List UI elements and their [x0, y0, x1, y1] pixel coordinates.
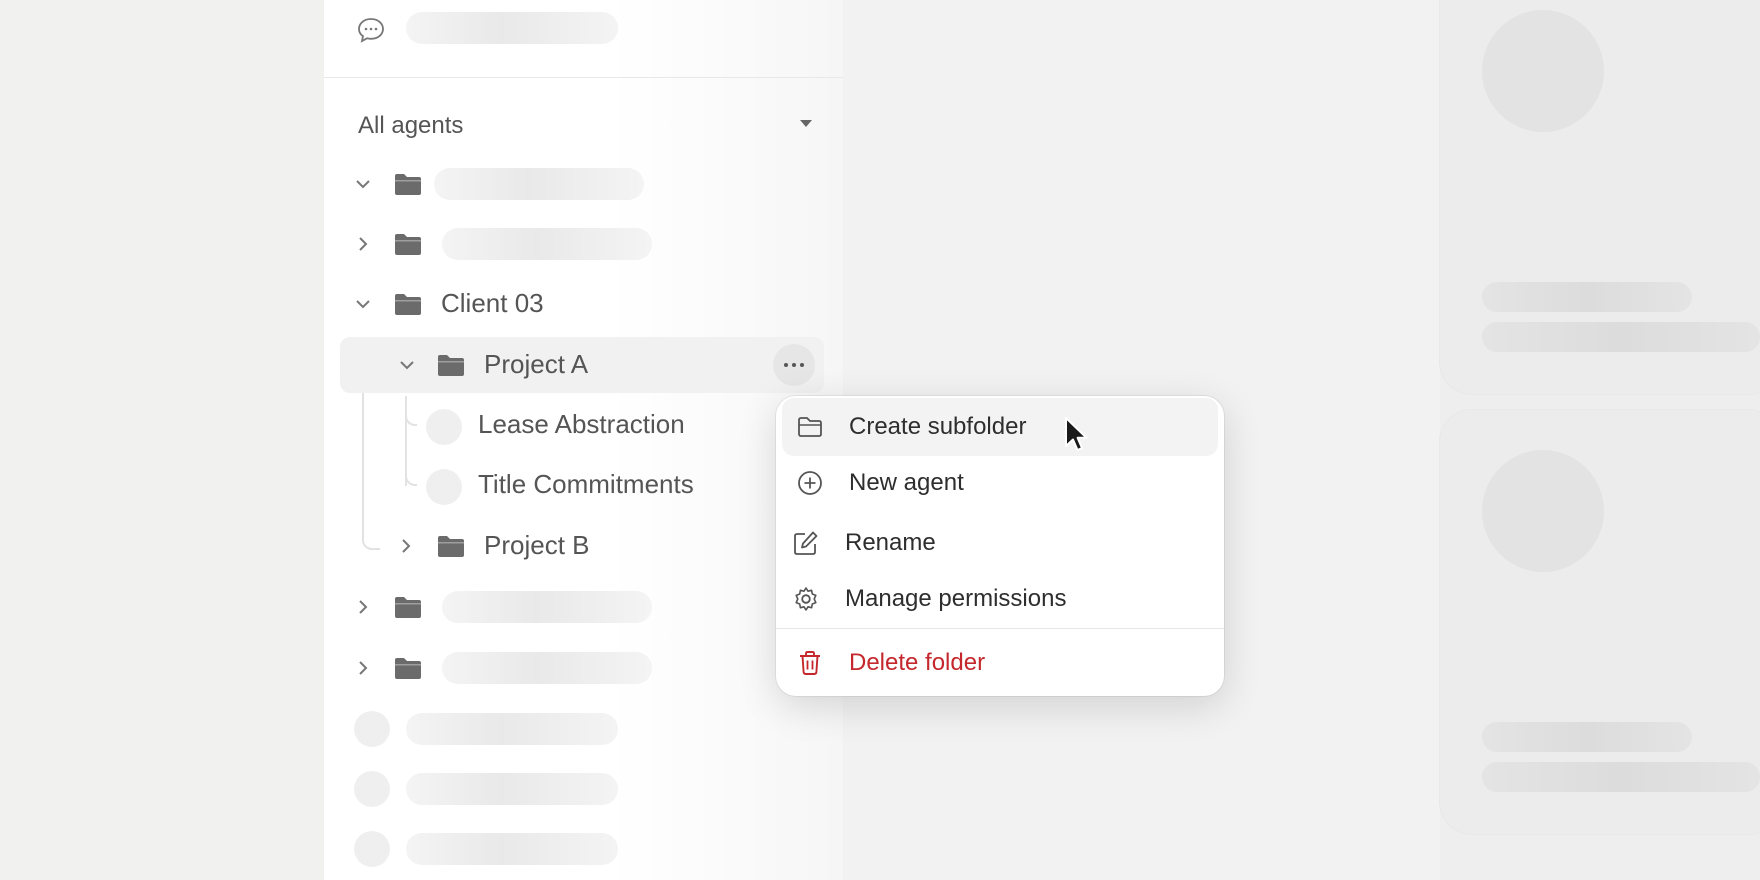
tree-row-folder[interactable]	[324, 579, 843, 635]
folder-icon	[395, 597, 421, 618]
sidebar-top-section	[324, 0, 843, 78]
placeholder-bar	[406, 12, 618, 44]
agent-avatar-placeholder	[354, 831, 390, 867]
tree-row-project-a[interactable]: Project A	[340, 337, 824, 393]
folder-context-menu: Create subfolder New agent Rename Manage…	[776, 396, 1224, 696]
agents-filter-dropdown[interactable]: All agents	[358, 108, 818, 140]
placeholder-bar	[1482, 762, 1760, 792]
menu-item-label: Delete folder	[849, 649, 986, 676]
agent-cards-panel	[1440, 0, 1760, 880]
folder-label: Client 03	[441, 288, 544, 318]
folder-label: Project B	[484, 530, 590, 560]
more-dot-icon	[800, 363, 804, 367]
placeholder-bar	[442, 228, 652, 260]
chevron-right-icon[interactable]	[354, 659, 372, 677]
placeholder-bar	[1482, 282, 1692, 312]
gear-icon	[795, 587, 817, 611]
tree-row-folder[interactable]	[324, 156, 843, 212]
card-avatar	[1482, 450, 1604, 572]
menu-divider	[776, 628, 1224, 629]
trash-icon	[800, 651, 820, 675]
agent-label: Lease Abstraction	[478, 409, 685, 439]
placeholder-bar	[406, 773, 618, 805]
tree-row-client[interactable]: Client 03	[324, 276, 843, 332]
folder-icon	[395, 658, 421, 679]
agent-avatar	[426, 469, 462, 505]
chat-bubble-icon[interactable]	[356, 16, 386, 44]
menu-item-delete-folder[interactable]: Delete folder	[782, 634, 1218, 692]
menu-item-label: New agent	[849, 469, 964, 496]
tree-row-agent[interactable]: Title Commitments	[324, 457, 843, 513]
folder-label: Project A	[484, 349, 589, 379]
folder-icon	[438, 536, 464, 557]
agent-card[interactable]	[1440, 0, 1760, 394]
more-options-button[interactable]	[773, 344, 815, 386]
placeholder-bar	[434, 168, 644, 200]
placeholder-bar	[406, 833, 618, 865]
menu-item-label: Create subfolder	[849, 413, 1027, 440]
agents-sidebar: All agents Client 03 Project A Lease Abs…	[324, 0, 843, 880]
tree-row-folder[interactable]	[324, 216, 843, 272]
edit-icon	[794, 531, 818, 555]
caret-down-icon	[800, 120, 812, 127]
placeholder-bar	[442, 652, 652, 684]
folder-outline-icon	[798, 417, 822, 437]
placeholder-bar	[1482, 322, 1760, 352]
folder-icon	[395, 294, 421, 315]
agent-avatar-placeholder	[354, 711, 390, 747]
plus-circle-icon	[798, 471, 822, 495]
folder-icon	[438, 355, 464, 376]
agent-avatar-placeholder	[354, 771, 390, 807]
placeholder-bar	[442, 591, 652, 623]
menu-item-new-agent[interactable]: New agent	[782, 454, 1218, 512]
menu-item-rename[interactable]: Rename	[782, 513, 1218, 571]
agent-label: Title Commitments	[478, 469, 694, 499]
tree-row-project-b[interactable]: Project B	[324, 518, 843, 574]
menu-item-label: Rename	[845, 529, 936, 556]
chevron-right-icon[interactable]	[354, 598, 372, 616]
card-avatar	[1482, 10, 1604, 132]
agent-avatar	[426, 409, 462, 445]
folder-icon	[395, 234, 421, 255]
folder-icon	[395, 174, 421, 195]
more-dot-icon	[784, 363, 788, 367]
chevron-right-icon[interactable]	[354, 235, 372, 253]
agent-card[interactable]	[1440, 410, 1760, 834]
tree-row-agent[interactable]: Lease Abstraction	[324, 397, 843, 453]
menu-item-label: Manage permissions	[845, 585, 1067, 612]
filter-label: All agents	[358, 112, 464, 139]
placeholder-bar	[406, 713, 618, 745]
backdrop-left	[0, 0, 324, 880]
chevron-down-icon[interactable]	[398, 356, 416, 374]
chevron-down-icon[interactable]	[354, 295, 372, 313]
tree-row-folder[interactable]	[324, 640, 843, 696]
menu-item-create-subfolder[interactable]: Create subfolder	[782, 398, 1218, 456]
more-dot-icon	[792, 363, 796, 367]
chevron-down-icon[interactable]	[354, 175, 372, 193]
placeholder-bar	[1482, 722, 1692, 752]
mouse-cursor-icon	[1065, 417, 1088, 451]
chevron-right-icon[interactable]	[397, 537, 415, 555]
menu-item-manage-permissions[interactable]: Manage permissions	[782, 569, 1218, 627]
